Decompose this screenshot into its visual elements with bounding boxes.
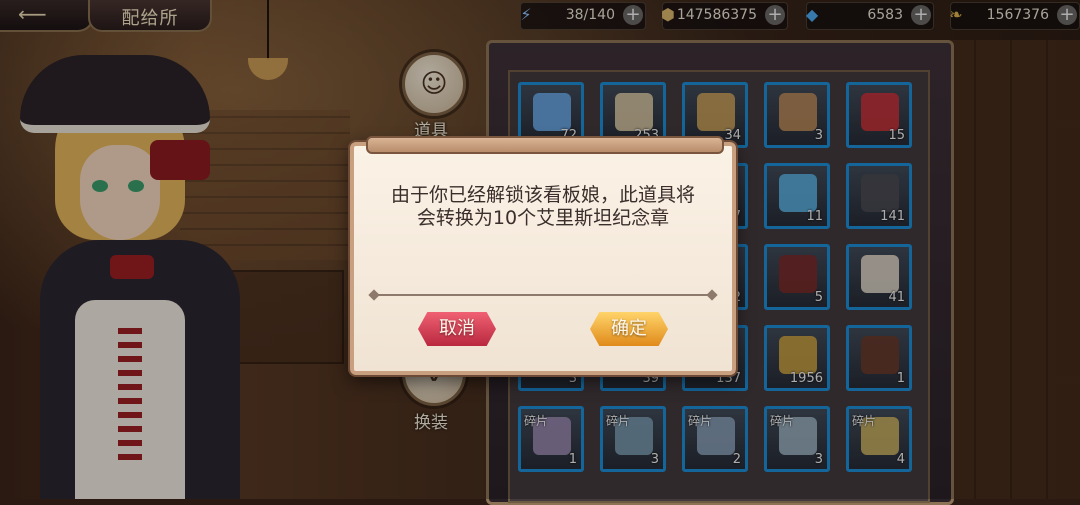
confirm-dialog: 由于你已经解锁该看板娘，此道具将会转换为10个艾里斯坦纪念章 取消 确定 [350, 136, 736, 375]
confirm-button[interactable]: 确定 [590, 312, 668, 346]
dialog-divider [374, 294, 712, 296]
dialog-message: 由于你已经解锁该看板娘，此道具将会转换为10个艾里斯坦纪念章 [390, 184, 695, 229]
cancel-button[interactable]: 取消 [418, 312, 496, 346]
dialog-ornament [366, 136, 724, 154]
